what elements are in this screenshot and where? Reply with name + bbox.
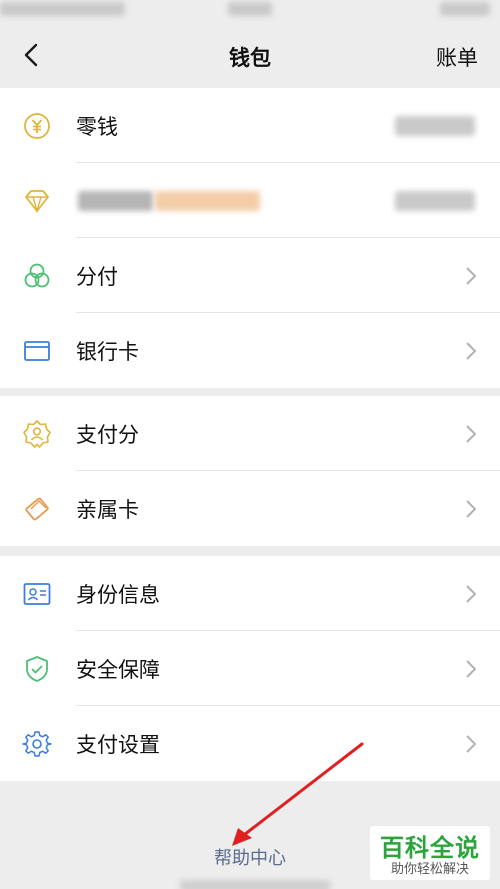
family-card-icon — [22, 494, 52, 524]
blurred-promo — [155, 191, 260, 211]
chevron-right-icon — [466, 499, 477, 518]
list-item-label: 安全保障 — [76, 657, 160, 682]
list-item-pay-settings[interactable]: 支付设置 — [0, 706, 500, 781]
chevron-right-icon — [466, 424, 477, 443]
blurred-amount — [395, 191, 475, 211]
list-item-label: 亲属卡 — [76, 497, 139, 522]
bill-button[interactable]: 账单 — [436, 42, 478, 72]
list-item-family-card[interactable]: 亲属卡 — [0, 471, 500, 546]
list-item-bank-card[interactable]: 银行卡 — [0, 313, 500, 388]
badge-person-icon — [22, 419, 52, 449]
chevron-right-icon — [466, 584, 477, 603]
list-item-label: 支付分 — [76, 422, 139, 447]
list-item-licaitong[interactable] — [0, 163, 500, 238]
chevron-right-icon — [466, 266, 477, 285]
fenfu-circles-icon — [22, 261, 52, 291]
watermark-logo: 百科全说 助你轻松解决 — [370, 826, 490, 880]
page-title: 钱包 — [229, 46, 271, 70]
list-item-label: 分付 — [76, 264, 118, 289]
list-item-label: 银行卡 — [76, 339, 139, 364]
chevron-right-icon — [466, 341, 477, 360]
list-item-label: 身份信息 — [76, 582, 160, 607]
bank-card-icon — [22, 336, 52, 366]
list-item-fenfu[interactable]: 分付 — [0, 238, 500, 313]
nav-bar: 钱包 账单 — [0, 22, 500, 88]
list-item-label: 支付设置 — [76, 732, 160, 757]
wallet-group-1: 零钱 分付 银行卡 — [0, 88, 500, 388]
shield-check-icon — [22, 654, 52, 684]
chevron-right-icon — [466, 734, 477, 753]
wallet-group-3: 身份信息 安全保障 支付设置 — [0, 556, 500, 781]
list-item-label: 零钱 — [76, 114, 118, 139]
list-item-identity[interactable]: 身份信息 — [0, 556, 500, 631]
list-item-change[interactable]: 零钱 — [0, 88, 500, 163]
list-item-security[interactable]: 安全保障 — [0, 631, 500, 706]
status-bar — [0, 0, 500, 22]
watermark-subtitle: 助你轻松解决 — [390, 862, 469, 877]
coin-yen-icon — [22, 111, 52, 141]
wallet-group-2: 支付分 亲属卡 — [0, 396, 500, 546]
chevron-right-icon — [466, 659, 477, 678]
id-card-icon — [22, 579, 52, 609]
blurred-footer — [180, 880, 330, 889]
diamond-icon — [22, 186, 52, 216]
blurred-label — [78, 191, 153, 211]
blurred-balance — [395, 116, 475, 136]
gear-icon — [22, 729, 52, 759]
list-item-pay-score[interactable]: 支付分 — [0, 396, 500, 471]
